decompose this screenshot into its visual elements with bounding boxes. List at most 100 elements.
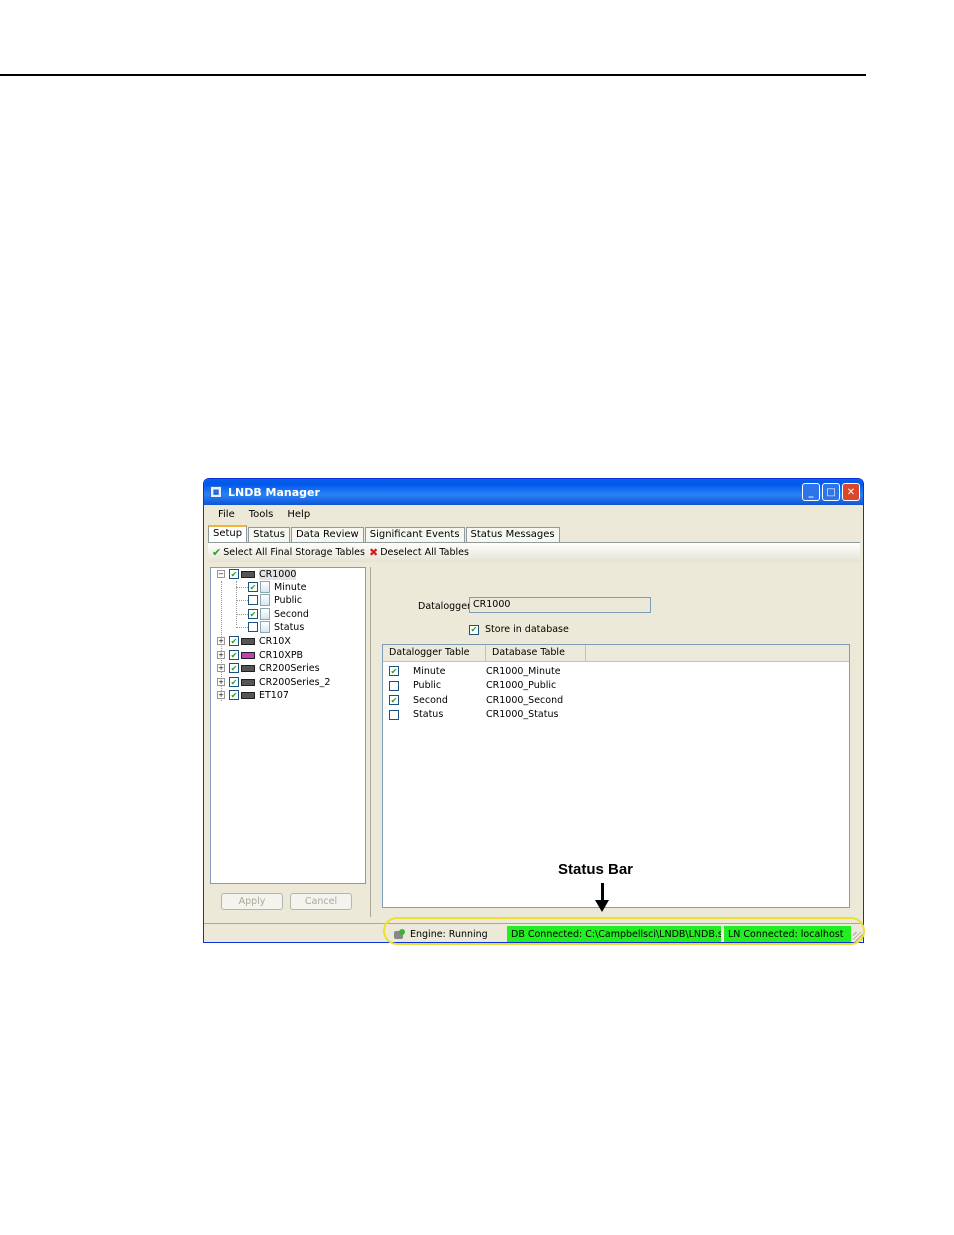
maximize-button[interactable]: □ — [822, 483, 840, 501]
select-all-label: Select All Final Storage Tables — [223, 547, 365, 558]
expand-icon[interactable]: + — [217, 651, 225, 659]
table-row[interactable]: ✔ Second CR1000_Second — [383, 693, 849, 708]
tab-setup[interactable]: Setup — [208, 525, 248, 542]
tree-node-cr10xpb[interactable]: + ✔ CR10XPB — [217, 649, 303, 661]
tree-node-label: Public — [274, 594, 303, 606]
database-table-cell: CR1000_Status — [486, 709, 559, 721]
close-button[interactable]: ✕ — [842, 483, 860, 501]
table-icon — [260, 621, 270, 633]
tree-table-public[interactable]: Public — [248, 594, 302, 606]
cancel-button[interactable]: Cancel — [290, 893, 352, 910]
tab-significant-events[interactable]: Significant Events — [364, 527, 465, 542]
datalogger-icon — [241, 678, 255, 686]
datalogger-table-cell: Minute — [413, 665, 446, 677]
column-header-datalogger-table[interactable]: Datalogger Table — [383, 645, 486, 661]
tree-node-label: Status — [274, 621, 305, 633]
expand-icon[interactable]: + — [217, 664, 225, 672]
select-all-tables-button[interactable]: ✔ Select All Final Storage Tables — [212, 546, 365, 559]
tree-checkbox[interactable] — [248, 622, 258, 632]
tree-checkbox[interactable] — [248, 595, 258, 605]
store-checkbox[interactable]: ✔ — [469, 624, 479, 635]
tree-node-cr10x[interactable]: + ✔ CR10X — [217, 635, 291, 647]
table-icon — [260, 608, 270, 620]
tree-node-label: CR10X — [259, 635, 291, 647]
datalogger-icon — [241, 691, 255, 699]
status-bar-callout-label: Status Bar — [558, 861, 634, 878]
minimize-button[interactable]: _ — [802, 483, 820, 501]
tree-node-label: CR200Series — [259, 662, 320, 674]
datalogger-icon — [241, 664, 255, 672]
title-bar[interactable]: ■ LNDB Manager _ □ ✕ — [204, 479, 863, 505]
setup-toolbar: ✔ Select All Final Storage Tables ✖ Dese… — [208, 542, 860, 562]
tree-node-label: Second — [274, 608, 309, 620]
tree-checkbox[interactable]: ✔ — [248, 582, 258, 592]
tab-strip: Setup Status Data Review Significant Eve… — [208, 525, 561, 542]
app-icon: ■ — [210, 486, 222, 498]
tree-checkbox[interactable]: ✔ — [229, 636, 239, 646]
callout-arrowhead-icon — [595, 900, 609, 912]
table-icon — [260, 594, 270, 606]
row-checkbox[interactable]: ✔ — [389, 666, 399, 677]
tree-table-status[interactable]: Status — [248, 621, 304, 633]
store-label: Store in database — [485, 624, 569, 635]
tree-table-second[interactable]: ✔ Second — [248, 608, 309, 620]
table-row[interactable]: Public CR1000_Public — [383, 679, 849, 694]
database-table-cell: CR1000_Public — [486, 680, 557, 692]
tree-table-minute[interactable]: ✔ Minute — [248, 581, 306, 593]
tree-node-label: Minute — [274, 581, 307, 593]
database-table-cell: CR1000_Minute — [486, 665, 561, 677]
tree-checkbox[interactable]: ✔ — [229, 690, 239, 700]
tab-data-review[interactable]: Data Review — [290, 527, 364, 542]
tree-node-et107[interactable]: + ✔ ET107 — [217, 689, 289, 701]
row-checkbox[interactable]: ✔ — [389, 695, 399, 706]
store-in-database-option[interactable]: ✔ Store in database — [469, 624, 569, 635]
tree-node-label: CR1000 — [259, 568, 297, 580]
row-checkbox[interactable] — [389, 709, 399, 720]
column-header-database-table[interactable]: Database Table — [486, 645, 586, 661]
tree-node-label: CR200Series_2 — [259, 676, 331, 688]
expand-icon[interactable]: + — [217, 678, 225, 686]
table-icon — [260, 581, 270, 593]
tree-checkbox[interactable]: ✔ — [229, 677, 239, 687]
menu-tools[interactable]: Tools — [249, 509, 274, 520]
tree-checkbox[interactable]: ✔ — [229, 569, 239, 579]
status-bar-highlight — [383, 917, 865, 945]
tab-status-messages[interactable]: Status Messages — [465, 527, 560, 542]
menu-help[interactable]: Help — [287, 509, 310, 520]
tree-node-cr1000[interactable]: − ✔ CR1000 — [217, 568, 297, 580]
datalogger-table-cell: Public — [413, 680, 442, 692]
datalogger-icon — [241, 570, 255, 578]
expand-icon[interactable]: + — [217, 637, 225, 645]
tab-status[interactable]: Status — [248, 527, 290, 542]
collapse-icon[interactable]: − — [217, 570, 225, 578]
tree-checkbox[interactable]: ✔ — [229, 650, 239, 660]
window-title: LNDB Manager — [228, 485, 320, 499]
apply-button[interactable]: Apply — [221, 893, 283, 910]
datalogger-icon — [241, 651, 255, 659]
database-table-cell: CR1000_Second — [486, 694, 564, 706]
datalogger-field[interactable]: CR1000 — [469, 597, 651, 613]
deselect-all-label: Deselect All Tables — [380, 547, 469, 558]
expand-icon[interactable]: + — [217, 691, 225, 699]
deselect-all-tables-button[interactable]: ✖ Deselect All Tables — [369, 546, 469, 559]
datalogger-icon — [241, 637, 255, 645]
datalogger-table-cell: Status — [413, 709, 444, 721]
menu-file[interactable]: File — [218, 509, 235, 520]
datalogger-label: Datalogger — [418, 601, 471, 612]
tree-node-label: CR10XPB — [259, 649, 304, 661]
checkmark-icon: ✔ — [212, 546, 222, 559]
table-row[interactable]: Status CR1000_Status — [383, 708, 849, 723]
station-tree[interactable]: − ✔ CR1000 ✔ Minute Public ✔ Second Stat… — [210, 567, 366, 884]
tree-checkbox[interactable]: ✔ — [229, 663, 239, 673]
lndb-manager-window: ■ LNDB Manager _ □ ✕ File Tools Help Set… — [203, 478, 864, 943]
x-icon: ✖ — [368, 546, 379, 559]
datalogger-table-cell: Second — [413, 694, 448, 706]
menu-bar: File Tools Help — [204, 505, 863, 523]
page-rule — [0, 74, 866, 76]
row-checkbox[interactable] — [389, 680, 399, 691]
tree-checkbox[interactable]: ✔ — [248, 609, 258, 619]
tree-node-cr200series-2[interactable]: + ✔ CR200Series_2 — [217, 676, 330, 688]
tree-node-label: ET107 — [259, 689, 289, 701]
tree-node-cr200series[interactable]: + ✔ CR200Series — [217, 662, 320, 674]
table-row[interactable]: ✔ Minute CR1000_Minute — [383, 664, 849, 679]
